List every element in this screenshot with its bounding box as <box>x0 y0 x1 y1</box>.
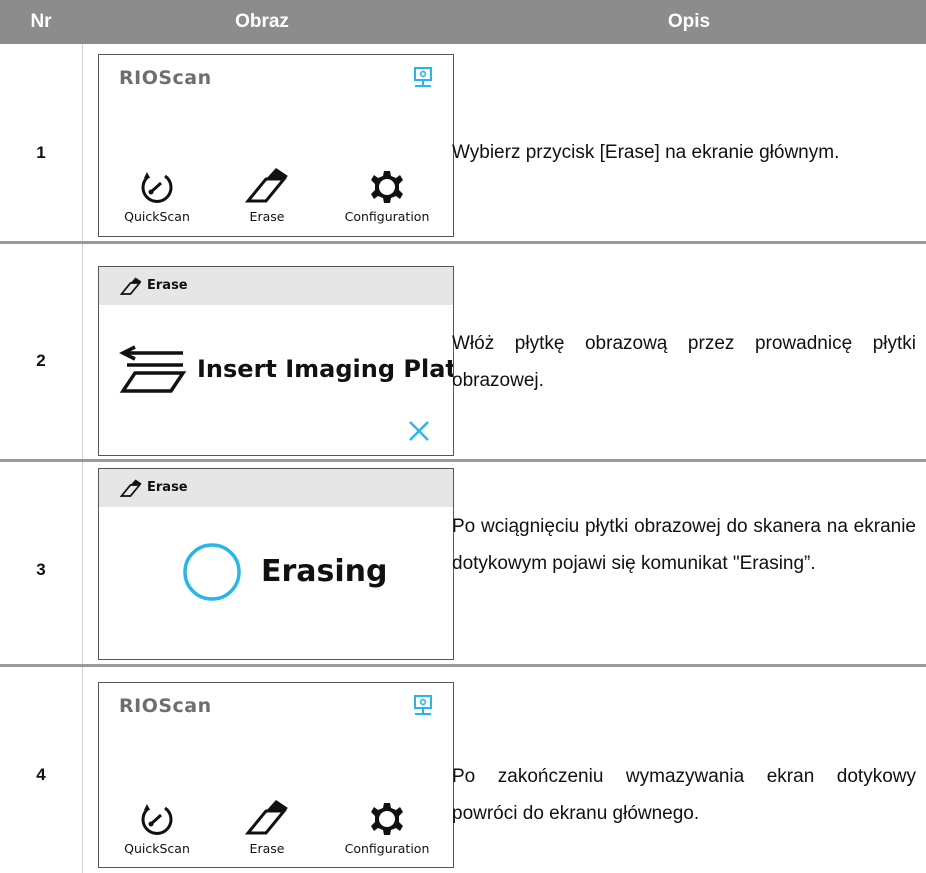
eraser-icon <box>244 168 288 203</box>
row-separator <box>0 664 926 667</box>
screen-title: Erase <box>147 278 188 293</box>
row-description: Wybierz przycisk [Erase] na ekranie głów… <box>452 142 840 163</box>
quickscan-dial-icon <box>141 804 173 835</box>
busy-ring-icon <box>183 543 241 601</box>
row-description: Po zakończeniu wymazywania ekran dotykow… <box>452 766 916 824</box>
row-number: 4 <box>36 765 46 784</box>
device-screen-home: RIOScan QuickScan Erase Configuration <box>98 54 454 237</box>
gear-icon <box>371 171 403 203</box>
header-obraz: Obraz <box>235 11 289 32</box>
device-screen-insert: Erase Insert Imaging Plate <box>98 266 454 456</box>
screen-titlebar: Erase <box>99 469 453 507</box>
monitor-network-icon[interactable] <box>413 695 433 722</box>
configuration-button[interactable]: Configuration <box>335 801 439 856</box>
brand-logo: RIOScan <box>119 695 212 717</box>
erase-label: Erase <box>249 841 285 856</box>
configuration-button[interactable]: Configuration <box>335 169 439 224</box>
configuration-label: Configuration <box>344 841 430 856</box>
header-opis: Opis <box>667 11 711 32</box>
configuration-label: Configuration <box>344 209 430 224</box>
quickscan-button[interactable]: QuickScan <box>117 169 197 224</box>
quickscan-label: QuickScan <box>124 209 190 224</box>
table-header: Nr Obraz Opis <box>0 0 926 44</box>
eraser-icon <box>244 800 288 835</box>
erase-label: Erase <box>249 209 285 224</box>
insert-message: Insert Imaging Plate <box>197 355 454 383</box>
erase-button[interactable]: Erase <box>227 797 307 856</box>
row-description: Po wciągnięciu płytki obrazowej do skane… <box>452 516 916 574</box>
quickscan-dial-icon <box>141 172 173 203</box>
device-screen-erasing: Erase Erasing <box>98 468 454 660</box>
row-number: 2 <box>36 351 46 370</box>
gear-icon <box>371 803 403 835</box>
erase-button[interactable]: Erase <box>227 165 307 224</box>
row-separator <box>0 459 926 462</box>
insert-plate-icon <box>119 345 187 393</box>
eraser-icon <box>119 277 142 295</box>
quickscan-button[interactable]: QuickScan <box>117 801 197 856</box>
quickscan-label: QuickScan <box>124 841 190 856</box>
row-separator <box>0 241 926 244</box>
brand-logo: RIOScan <box>119 67 212 89</box>
device-screen-home: RIOScan QuickScan Erase Configuration <box>98 682 454 868</box>
row-number: 3 <box>36 560 46 579</box>
eraser-icon <box>119 479 142 497</box>
close-icon[interactable] <box>407 419 431 443</box>
screen-title: Erase <box>147 480 188 495</box>
row-description: Włóż płytkę obrazową przez prowadnicę pł… <box>452 333 916 391</box>
erasing-message: Erasing <box>261 554 388 589</box>
header-nr: Nr <box>30 11 52 32</box>
row-number: 1 <box>36 143 46 162</box>
screen-titlebar: Erase <box>99 267 453 305</box>
monitor-network-icon[interactable] <box>413 67 433 94</box>
